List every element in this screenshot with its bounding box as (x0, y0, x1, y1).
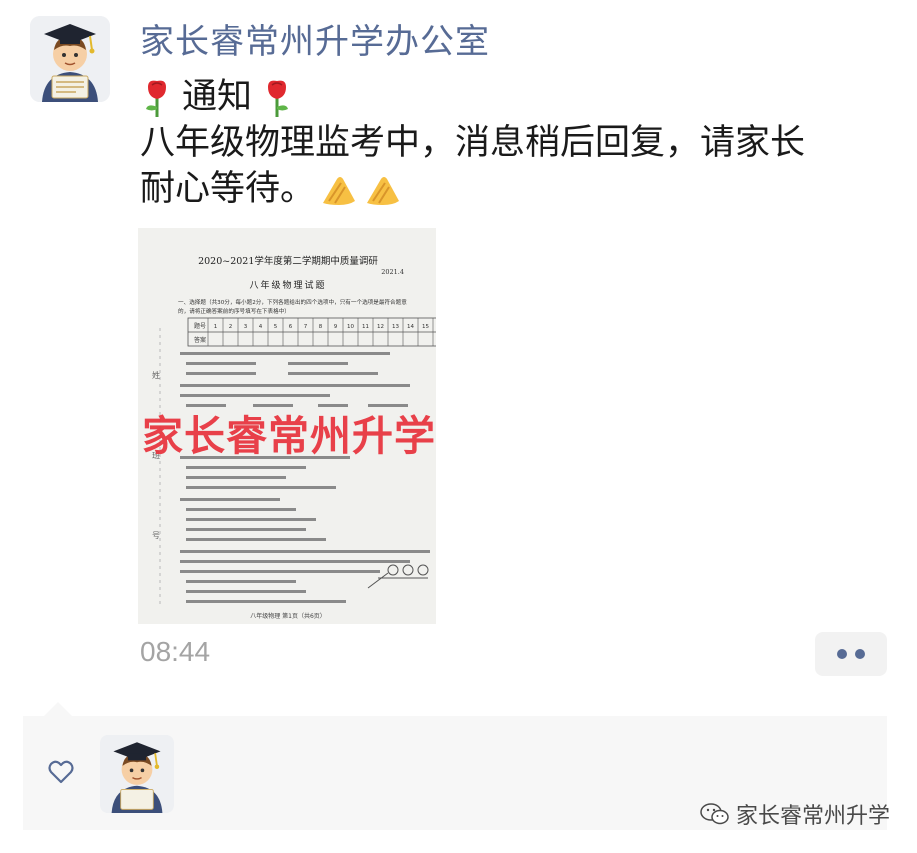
rose-icon (268, 80, 289, 117)
body-line-2: 耐心等待。 (140, 166, 900, 212)
table-number: 14 (407, 324, 414, 330)
body-line-1: 八年级物理监考中，消息稍后回复，请家长 (140, 123, 806, 163)
clapping-hands-icon (367, 177, 400, 205)
table-number: 7 (304, 324, 308, 330)
table-number: 9 (334, 324, 338, 330)
exam-subtitle: 八年级物理试题 (249, 279, 326, 291)
author-avatar[interactable] (30, 16, 110, 102)
notice-title: 通知 (182, 77, 253, 117)
author-name[interactable]: 家长睿常州升学办公室 (140, 14, 490, 63)
footer-brand-text: 家长睿常州升学 (736, 804, 891, 829)
liker-avatar[interactable] (100, 735, 174, 813)
table-number: 11 (362, 324, 369, 330)
clapping-hands-icon (323, 177, 356, 205)
table-number: 10 (347, 324, 354, 330)
table-row1-label: 题号 (194, 323, 206, 330)
table-number: 2 (229, 324, 233, 330)
like-panel-arrow (44, 702, 72, 716)
table-number: 1 (214, 324, 218, 330)
graduate-cartoon-icon (30, 16, 110, 102)
table-number: 4 (259, 324, 263, 330)
exam-paper-photo[interactable]: 姓 班 号 2020~2021学年度第二学期期中质量调研 2021.4 八年级物… (138, 228, 436, 624)
footer-brand: 家长睿常州升学 (700, 798, 890, 830)
more-dots-icon (855, 649, 865, 659)
notice-line: 通知 (140, 74, 900, 120)
body-line-2-text: 耐心等待。 (140, 169, 316, 209)
heart-icon[interactable] (48, 760, 74, 784)
exam-date: 2021.4 (381, 268, 404, 276)
table-number: 3 (244, 324, 248, 330)
table-row2-label: 答案 (194, 336, 206, 344)
page-footer: 八年级物理 第1页（共6页） (250, 612, 326, 620)
post-timestamp: 08:44 (140, 636, 211, 667)
more-dots-icon (837, 649, 847, 659)
post-text: 通知 八年级物理监考中，消息稍后回复，请家长 耐心等待。 (140, 74, 900, 212)
section-intro-2: 的，请将正确答案前的序号填写在下表格中） (178, 307, 290, 315)
wechat-icon (700, 803, 729, 825)
table-number: 12 (377, 324, 384, 330)
more-actions-button[interactable] (815, 632, 887, 676)
graduate-cartoon-icon (100, 735, 174, 813)
exam-title: 2020~2021学年度第二学期期中质量调研 (198, 255, 378, 267)
section-intro: 一、选择题（共30分，每小题2分，下列各题给出的四个选项中，只有一个选项是最符合… (178, 298, 407, 306)
svg-text:号: 号 (152, 531, 160, 540)
table-number: 8 (319, 324, 323, 330)
table-number: 13 (392, 324, 399, 330)
table-number: 5 (274, 324, 278, 330)
table-number: 15 (422, 324, 429, 330)
table-number: 6 (289, 324, 293, 330)
svg-text:姓: 姓 (152, 370, 160, 380)
watermark-text: 家长睿常州升学 (142, 412, 436, 460)
rose-icon (146, 80, 166, 117)
